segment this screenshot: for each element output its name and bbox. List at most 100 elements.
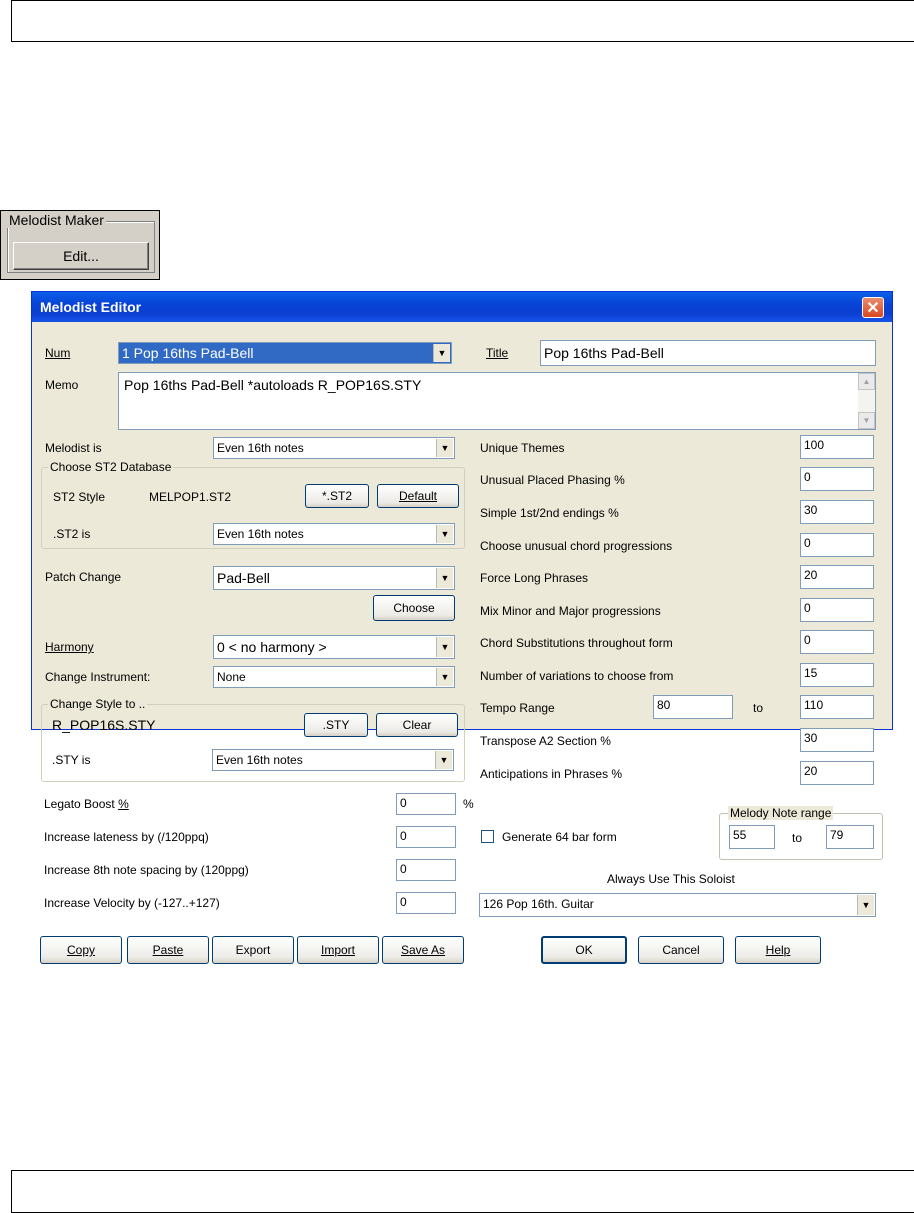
generate64-label: Generate 64 bar form [502,830,617,844]
copy-button-label: Copy [66,943,95,957]
help-button-label: Help [765,943,791,957]
ok-button[interactable]: OK [541,936,627,964]
tempo-to-input[interactable]: 110 [800,695,874,719]
generate64-checkbox[interactable] [481,830,494,843]
note-range-to-label: to [792,831,803,845]
unusual-chords-input[interactable]: 0 [800,533,874,557]
patch-change-value: Pad-Bell [217,570,270,586]
chevron-down-icon[interactable]: ▼ [436,439,453,457]
chord-subs-input[interactable]: 0 [800,630,874,654]
chevron-down-icon[interactable]: ▼ [857,895,874,915]
tempo-to-label: to [753,701,764,715]
melodist-maker-panel: Melodist Maker Edit... [0,210,160,280]
note-range-from-input[interactable]: 55 [729,825,775,849]
close-icon: ✕ [866,299,880,317]
import-button[interactable]: Import [297,936,379,964]
chord-subs-label: Chord Substitutions throughout form [480,636,673,650]
tempo-label: Tempo Range [480,701,555,715]
simple-endings-label: Simple 1st/2nd endings % [480,506,619,520]
change-instrument-combo[interactable]: None ▼ [213,666,455,688]
velocity-label: Increase Velocity by (-127..+127) [44,896,220,910]
chevron-down-icon[interactable]: ▼ [436,637,453,657]
soloist-combo[interactable]: 126 Pop 16th. Guitar ▼ [479,893,876,917]
num-combo[interactable]: 1 Pop 16ths Pad-Bell ▼ [118,342,452,364]
anticipations-input[interactable]: 20 [800,761,874,785]
edit-button[interactable]: Edit... [13,242,149,270]
long-phrases-input[interactable]: 20 [800,565,874,589]
num-label: Num [45,346,71,360]
num-value: 1 Pop 16ths Pad-Bell [122,345,254,361]
ok-button-label: OK [575,943,593,957]
export-button-label: Export [235,943,271,957]
copy-button[interactable]: Copy [40,936,122,964]
legato-suffix: % [463,797,474,811]
scroll-up-icon[interactable]: ▲ [858,373,875,390]
help-button[interactable]: Help [735,936,821,964]
scroll-down-icon[interactable]: ▼ [858,412,875,429]
unusual-chords-label: Choose unusual chord progressions [480,539,673,553]
mix-minor-label: Mix Minor and Major progressions [480,604,661,618]
harmony-value: 0 < no harmony > [217,639,327,655]
dialog-title: Melodist Editor [40,299,142,315]
lateness-input[interactable]: 0 [396,826,456,848]
transpose-input[interactable]: 30 [800,728,874,752]
spacing-input[interactable]: 0 [396,859,456,881]
choose-button-label: Choose [393,601,435,615]
title-input[interactable]: Pop 16ths Pad-Bell [540,340,876,366]
melodist-is-combo[interactable]: Even 16th notes ▼ [213,437,455,459]
paste-button[interactable]: Paste [127,936,209,964]
dialog-body: Num 1 Pop 16ths Pad-Bell ▼ Title Pop 16t… [32,322,892,782]
export-button[interactable]: Export [212,936,294,964]
melodist-editor-dialog: Melodist Editor ✕ Num 1 Pop 16ths Pad-Be… [31,291,893,782]
simple-endings-input[interactable]: 30 [800,500,874,524]
title-label: Title [486,346,509,360]
default-button-label: Default [398,489,438,503]
memo-textarea[interactable]: Pop 16ths Pad-Bell *autoloads R_POP16S.S… [118,372,876,430]
close-button[interactable]: ✕ [862,297,884,318]
st2-style-value: MELPOP1.ST2 [149,490,232,504]
long-phrases-label: Force Long Phrases [480,571,589,585]
st2-is-value: Even 16th notes [217,527,304,541]
unusual-phasing-label: Unusual Placed Phasing % [480,473,625,487]
mix-minor-input[interactable]: 0 [800,598,874,622]
st2-is-combo[interactable]: Even 16th notes ▼ [213,523,455,545]
anticipations-label: Anticipations in Phrases % [480,767,623,781]
soloist-label: Always Use This Soloist [607,872,735,886]
legato-input[interactable]: 0 [396,793,456,815]
memo-text: Pop 16ths Pad-Bell *autoloads R_POP16S.S… [124,377,422,393]
velocity-input[interactable]: 0 [396,892,456,914]
note-range-legend: Melody Note range [728,806,834,820]
memo-label: Memo [45,378,79,392]
choose-button[interactable]: Choose [373,595,455,621]
cancel-button[interactable]: Cancel [638,936,724,964]
note-range-to-input[interactable]: 79 [826,825,874,849]
save-as-button-label: Save As [400,943,446,957]
spacing-label: Increase 8th note spacing by (120ppg) [44,863,249,877]
melodist-is-label: Melodist is [45,441,102,455]
chevron-down-icon[interactable]: ▼ [436,568,453,588]
patch-change-combo[interactable]: Pad-Bell ▼ [213,566,455,590]
unique-themes-input[interactable]: 100 [800,435,874,459]
variations-input[interactable]: 15 [800,663,874,687]
st2-is-label: .ST2 is [53,527,91,541]
cancel-button-label: Cancel [662,943,700,957]
soloist-value: 126 Pop 16th. Guitar [483,897,594,911]
paste-button-label: Paste [152,943,184,957]
harmony-combo[interactable]: 0 < no harmony > ▼ [213,635,455,659]
chevron-down-icon[interactable]: ▼ [436,525,453,543]
save-as-button[interactable]: Save As [382,936,464,964]
variations-label: Number of variations to choose from [480,669,674,683]
chevron-down-icon[interactable]: ▼ [433,344,450,362]
default-button[interactable]: Default [377,484,459,508]
chevron-down-icon[interactable]: ▼ [436,668,453,686]
tempo-from-input[interactable]: 80 [653,695,733,719]
legato-label: Legato Boost % [44,797,129,811]
import-button-label: Import [320,943,355,957]
unusual-phasing-input[interactable]: 0 [800,467,874,491]
page-footer-box [11,1170,914,1213]
st2-button[interactable]: *.ST2 [305,484,369,508]
title-bar[interactable]: Melodist Editor ✕ [32,292,892,322]
chevron-down-icon[interactable]: ▼ [435,751,452,769]
memo-scrollbar[interactable]: ▲ ▼ [858,373,875,429]
sty-is-combo[interactable]: Even 16th notes ▼ [212,749,454,771]
